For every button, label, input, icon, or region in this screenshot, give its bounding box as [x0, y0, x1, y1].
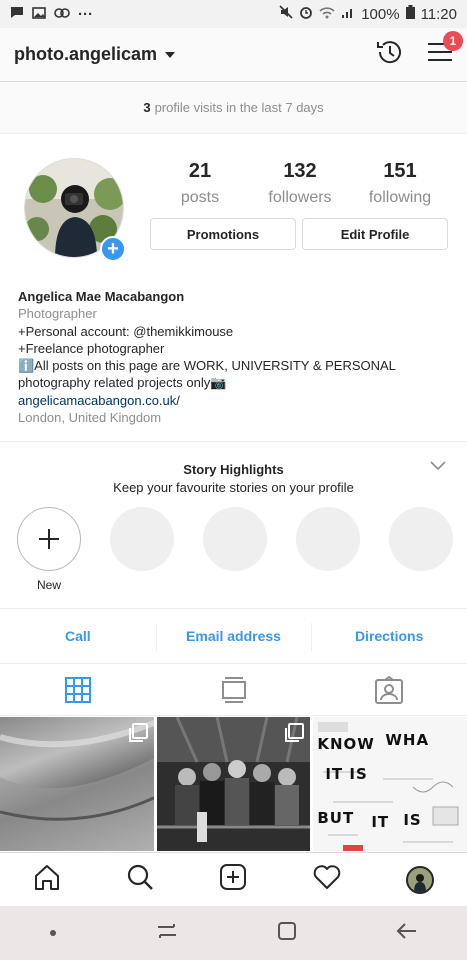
- highlight-placeholder: [296, 507, 360, 571]
- message-icon: [10, 6, 24, 23]
- sketch-text: IS: [403, 811, 422, 829]
- heart-icon[interactable]: [313, 864, 341, 895]
- highlight-placeholder: [110, 507, 174, 571]
- new-highlight-button[interactable]: [17, 507, 81, 571]
- bio-line-posts: ℹ️All posts on this page are WORK, UNIVE…: [18, 358, 396, 391]
- highlights-title: Story Highlights: [183, 462, 284, 477]
- stat-label: posts: [180, 189, 220, 206]
- search-icon[interactable]: [126, 863, 154, 896]
- stat-posts[interactable]: 21 posts: [150, 160, 250, 207]
- back-icon[interactable]: [396, 922, 418, 945]
- profile-location[interactable]: London, United Kingdom: [18, 409, 458, 426]
- divider: [0, 441, 467, 442]
- home-button-icon[interactable]: [277, 921, 297, 946]
- multiple-photos-icon: [128, 723, 148, 742]
- stat-following[interactable]: 151 following: [350, 160, 450, 207]
- dot-icon[interactable]: [49, 924, 57, 942]
- mute-icon: [279, 5, 293, 23]
- battery-level: 100%: [361, 5, 400, 23]
- grid-icon: [64, 676, 91, 703]
- bio-line-personal: +Personal account: @themikkimouse: [18, 323, 234, 339]
- profile-category: Photographer: [18, 306, 97, 322]
- account-switcher[interactable]: photo.angelicam: [14, 44, 157, 65]
- profile-name: Angelica Mae Macabangon: [18, 289, 185, 304]
- system-navigation-bar: [0, 906, 467, 960]
- stat-value: 151: [383, 160, 417, 182]
- tagged-icon: [375, 675, 404, 704]
- archive-icon[interactable]: [375, 37, 405, 72]
- profile-tab-avatar[interactable]: [406, 865, 435, 894]
- status-bar: ··· 100% 11:20: [0, 0, 467, 28]
- sketch-text: IT IS: [325, 765, 368, 783]
- profile-stats: 21 posts 132 followers 151 following: [150, 160, 450, 207]
- bottom-navigation: [0, 852, 467, 906]
- profile-header: photo.angelicam 1: [0, 28, 467, 82]
- feed-icon: [221, 676, 246, 703]
- visits-count: 3: [143, 100, 151, 115]
- highlights-subtitle: Keep your favourite stories on your prof…: [113, 480, 354, 495]
- tab-feed[interactable]: [156, 664, 312, 715]
- email-button[interactable]: Email address: [155, 609, 312, 663]
- multiple-photos-icon: [285, 723, 305, 742]
- battery-icon: [405, 5, 415, 23]
- notification-badge: 1: [443, 31, 463, 51]
- sketch-text: IT: [371, 813, 390, 831]
- tab-grid[interactable]: [0, 664, 156, 715]
- stat-label: followers: [268, 189, 332, 206]
- photo-grid: KNOW WHA IT IS BUT IT IS: [0, 717, 467, 851]
- menu-button[interactable]: 1: [427, 31, 463, 68]
- plus-icon: [39, 529, 59, 549]
- highlight-placeholder: [389, 507, 453, 571]
- edit-profile-button[interactable]: Edit Profile: [302, 218, 448, 250]
- new-post-icon[interactable]: [219, 863, 247, 896]
- post-thumbnail[interactable]: [156, 717, 311, 851]
- add-story-button[interactable]: +: [100, 236, 126, 262]
- chevron-down-icon[interactable]: [430, 458, 446, 476]
- link-icon: [54, 6, 70, 23]
- website-link[interactable]: angelicamacabangon.co.uk/: [18, 392, 458, 409]
- profile-actions: Promotions Edit Profile: [150, 218, 448, 250]
- clock-time: 11:20: [420, 5, 457, 23]
- recent-apps-icon[interactable]: [156, 921, 178, 946]
- sketch-text: BUT: [317, 809, 355, 827]
- sketch-text: KNOW: [317, 735, 375, 753]
- stat-label: following: [368, 189, 432, 206]
- alarm-icon: [299, 5, 313, 23]
- signal-icon: [341, 6, 355, 23]
- wifi-icon: [319, 6, 335, 23]
- post-thumbnail[interactable]: KNOW WHA IT IS BUT IT IS: [313, 717, 467, 851]
- stat-followers[interactable]: 132 followers: [250, 160, 350, 207]
- directions-button[interactable]: Directions: [311, 609, 467, 663]
- tab-tagged[interactable]: [311, 664, 467, 715]
- visits-text: profile visits in the last 7 days: [154, 100, 324, 115]
- contact-actions: Call Email address Directions: [0, 608, 467, 664]
- promotions-button[interactable]: Promotions: [150, 218, 296, 250]
- stat-value: 132: [283, 160, 317, 182]
- home-icon[interactable]: [33, 863, 61, 896]
- profile-visits-banner[interactable]: 3 profile visits in the last 7 days: [0, 82, 467, 134]
- sketch-text: WHA: [385, 731, 430, 749]
- more-notifications-icon: ···: [78, 5, 93, 23]
- profile-bio: Angelica Mae Macabangon Photographer +Pe…: [18, 288, 458, 426]
- call-button[interactable]: Call: [0, 609, 156, 663]
- image-icon: [32, 6, 46, 23]
- post-thumbnail[interactable]: [0, 717, 154, 851]
- profile-tabs: [0, 664, 467, 716]
- bio-line-freelance: +Freelance photographer: [18, 340, 165, 356]
- new-highlight-label: New: [36, 578, 61, 592]
- chevron-down-icon[interactable]: [165, 51, 176, 58]
- stat-value: 21: [188, 160, 212, 182]
- highlight-placeholder: [203, 507, 267, 571]
